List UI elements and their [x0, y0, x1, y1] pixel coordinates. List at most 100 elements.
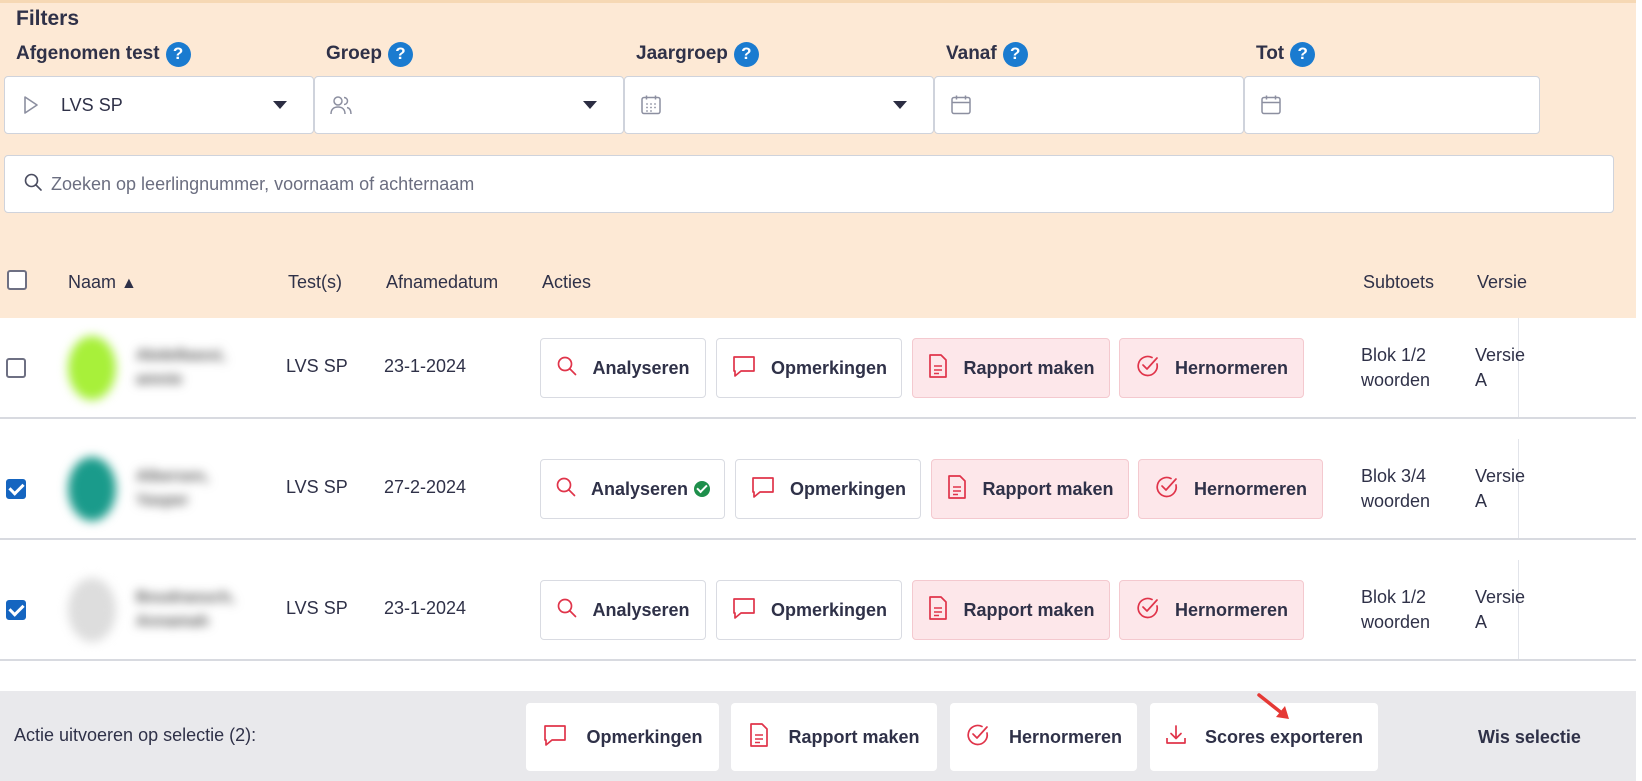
- document-icon: [927, 595, 949, 626]
- select-value: LVS SP: [61, 94, 123, 115]
- row-checkbox[interactable]: [6, 600, 26, 620]
- help-icon[interactable]: ?: [165, 41, 191, 67]
- table-row: Abdelbassi, amnie LVS SP 23-1-2024 Analy…: [0, 318, 1636, 419]
- search-box: [4, 155, 1614, 213]
- student-name[interactable]: Abdelbassi, amnie: [136, 344, 246, 392]
- row-versie: Versie A: [1475, 587, 1526, 632]
- download-icon: [1165, 724, 1187, 751]
- column-header-tests: Test(s): [288, 272, 342, 292]
- bulk-opmerkingen-button[interactable]: Opmerkingen: [526, 703, 719, 771]
- analyseren-button[interactable]: Analyseren: [540, 459, 725, 519]
- search-icon: [556, 355, 578, 382]
- groep-select[interactable]: [314, 76, 624, 134]
- column-header-afnamedatum: Afnamedatum: [386, 272, 499, 292]
- document-icon: [946, 474, 968, 505]
- filters-title: Filters: [16, 7, 80, 30]
- hernormeren-button[interactable]: Hernormeren: [1138, 459, 1323, 519]
- row-test: LVS SP: [286, 598, 348, 618]
- analyseren-button[interactable]: Analyseren: [540, 338, 706, 398]
- comment-icon: [542, 723, 568, 752]
- users-icon: [329, 93, 353, 117]
- jaargroep-select[interactable]: [624, 76, 934, 134]
- row-date: 27-2-2024: [384, 477, 467, 497]
- help-icon[interactable]: ?: [387, 41, 413, 67]
- afgenomen-test-select[interactable]: LVS SP: [4, 76, 314, 134]
- filter-vanaf: Vanaf ?: [934, 41, 1244, 134]
- filter-label: Groep: [326, 43, 382, 64]
- document-icon: [927, 353, 949, 384]
- play-icon: [19, 93, 43, 117]
- search-icon: [23, 172, 43, 197]
- filter-label: Jaargroep: [636, 43, 728, 64]
- hernormeren-button[interactable]: Hernormeren: [1119, 338, 1304, 398]
- chevron-down-icon: [893, 101, 907, 109]
- hernormeren-button[interactable]: Hernormeren: [1119, 580, 1304, 640]
- rapport-maken-button[interactable]: Rapport maken: [912, 580, 1110, 640]
- tot-date-input[interactable]: [1244, 76, 1540, 134]
- filter-afgenomen-test: Afgenomen test ? LVS SP: [4, 41, 314, 134]
- check-circle-icon: [1154, 474, 1180, 505]
- row-date: 23-1-2024: [384, 598, 467, 618]
- table-row: Boudraouch, Annamah LVS SP 23-1-2024 Ana…: [0, 560, 1636, 661]
- row-checkbox[interactable]: [6, 479, 26, 499]
- table-row: Albersen, Yasper LVS SP 27-2-2024 Analys…: [0, 439, 1636, 540]
- row-test: LVS SP: [286, 356, 348, 376]
- rapport-maken-button[interactable]: Rapport maken: [912, 338, 1110, 398]
- help-icon[interactable]: ?: [1002, 41, 1028, 67]
- comment-icon: [731, 354, 757, 383]
- table-header: Naam ▲ Test(s) Afnamedatum Acties Subtoe…: [0, 253, 1636, 313]
- row-versie: Versie A: [1475, 345, 1526, 390]
- comment-icon: [731, 596, 757, 625]
- calendar-icon: [1259, 93, 1283, 117]
- check-circle-icon: [1135, 595, 1161, 626]
- column-header-versie: Versie: [1477, 272, 1528, 292]
- filter-label: Tot: [1256, 43, 1285, 64]
- filter-label: Afgenomen test: [16, 43, 160, 64]
- select-all-checkbox[interactable]: [7, 270, 27, 290]
- calendar-grid-icon: [639, 93, 663, 117]
- student-name[interactable]: Boudraouch, Annamah: [136, 586, 246, 634]
- row-subtoets: Blok 1/2 woorden: [1361, 587, 1431, 632]
- wis-selectie-button[interactable]: Wis selectie: [1478, 727, 1581, 748]
- row-test: LVS SP: [286, 477, 348, 497]
- filter-tot: Tot ?: [1244, 41, 1554, 134]
- column-header-subtoets: Subtoets: [1363, 272, 1435, 292]
- analyseren-button[interactable]: Analyseren: [540, 580, 706, 640]
- chevron-down-icon: [273, 101, 287, 109]
- avatar: [68, 578, 116, 642]
- avatar: [68, 457, 116, 521]
- row-date: 23-1-2024: [384, 356, 467, 376]
- row-versie: Versie A: [1475, 466, 1526, 511]
- analysed-check-icon: [694, 481, 711, 497]
- search-icon: [556, 597, 578, 624]
- search-icon: [555, 476, 577, 503]
- filter-groep: Groep ?: [314, 41, 624, 134]
- filter-jaargroep: Jaargroep ?: [624, 41, 934, 134]
- bulk-hernormeren-button[interactable]: Hernormeren: [950, 703, 1137, 771]
- check-circle-icon: [965, 722, 991, 753]
- column-header-naam[interactable]: Naam ▲: [68, 272, 137, 293]
- calendar-icon: [949, 93, 973, 117]
- sort-ascending-icon: ▲: [121, 275, 137, 292]
- opmerkingen-button[interactable]: Opmerkingen: [716, 338, 902, 398]
- help-icon[interactable]: ?: [733, 41, 759, 67]
- filters-panel: Filters Afgenomen test ? LVS SP Groep ?: [0, 0, 1636, 326]
- selection-label: Actie uitvoeren op selectie (2):: [14, 725, 257, 745]
- annotation-arrow-icon: [1257, 693, 1289, 719]
- row-subtoets: Blok 1/2 woorden: [1361, 345, 1431, 390]
- help-icon[interactable]: ?: [1290, 41, 1316, 67]
- comment-icon: [750, 475, 776, 504]
- row-checkbox[interactable]: [6, 358, 26, 378]
- filter-label: Vanaf: [946, 43, 997, 64]
- bulk-rapport-button[interactable]: Rapport maken: [731, 703, 937, 771]
- rapport-maken-button[interactable]: Rapport maken: [931, 459, 1129, 519]
- vanaf-date-input[interactable]: [934, 76, 1244, 134]
- opmerkingen-button[interactable]: Opmerkingen: [716, 580, 902, 640]
- check-circle-icon: [1135, 353, 1161, 384]
- chevron-down-icon: [583, 101, 597, 109]
- column-header-acties: Acties: [542, 272, 592, 292]
- opmerkingen-button[interactable]: Opmerkingen: [735, 459, 921, 519]
- search-input[interactable]: [51, 173, 1613, 195]
- document-icon: [748, 722, 770, 753]
- student-name[interactable]: Albersen, Yasper: [136, 465, 246, 513]
